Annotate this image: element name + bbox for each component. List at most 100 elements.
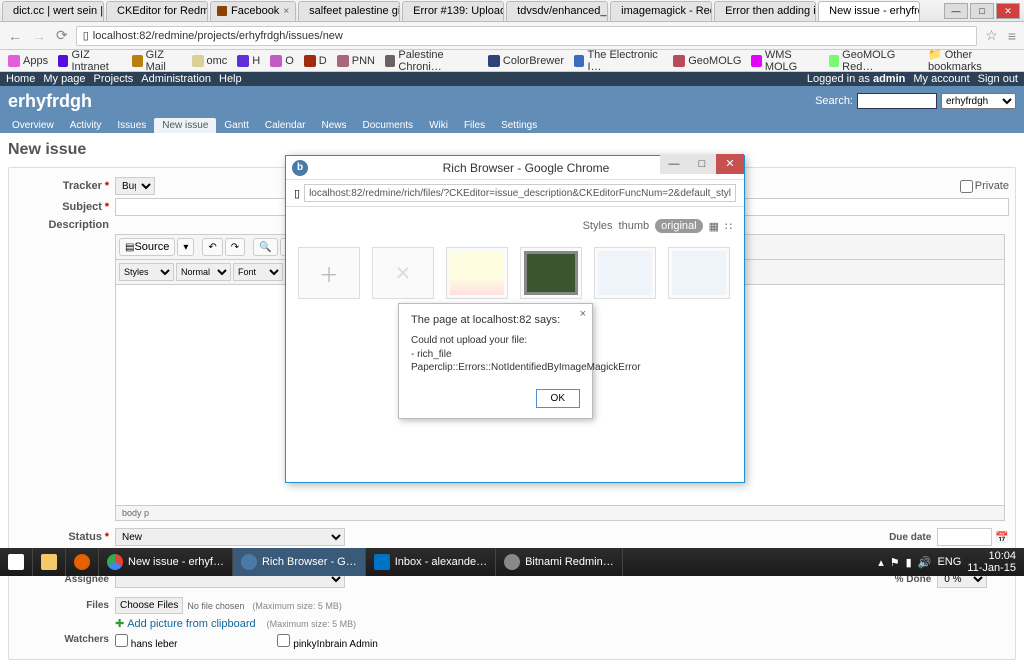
browser-tab[interactable]: Error then adding i…×: [714, 1, 816, 21]
taskbar-chrome[interactable]: New issue - erhyf…: [99, 548, 233, 576]
menu-icon[interactable]: ≡: [1006, 28, 1018, 44]
font-select[interactable]: Font: [233, 263, 283, 281]
top-menu-link[interactable]: Projects: [94, 73, 134, 85]
bookmark-item[interactable]: Palestine Chroni…: [385, 49, 478, 73]
format-select[interactable]: Normal: [176, 263, 231, 281]
bookmark-item[interactable]: The Electronic I…: [574, 49, 663, 73]
window-minimize-button[interactable]: —: [944, 3, 968, 19]
popup-maximize-button[interactable]: □: [688, 154, 716, 174]
taskbar-firefox[interactable]: [66, 548, 99, 576]
bookmark-item[interactable]: ColorBrewer: [488, 55, 564, 67]
popup-url-input[interactable]: [304, 184, 736, 202]
main-menu-item[interactable]: News: [313, 118, 354, 133]
private-checkbox[interactable]: [960, 180, 973, 193]
address-bar[interactable]: ▯ localhost:82/redmine/projects/erhyfrdg…: [76, 26, 978, 46]
tray-lang[interactable]: ENG: [937, 556, 961, 568]
main-menu-item[interactable]: Wiki: [421, 118, 456, 133]
undo-button[interactable]: ↶: [202, 238, 222, 256]
tray-clock[interactable]: 10:0411-Jan-15: [967, 550, 1016, 574]
styles-select[interactable]: Styles: [119, 263, 174, 281]
alert-close-icon[interactable]: ×: [580, 308, 586, 320]
file-thumb[interactable]: [594, 247, 656, 312]
top-menu-link[interactable]: Help: [219, 73, 242, 85]
main-menu-item[interactable]: Settings: [493, 118, 545, 133]
file-thumb[interactable]: [668, 247, 730, 312]
window-close-button[interactable]: ✕: [996, 3, 1020, 19]
main-menu-item[interactable]: New issue: [154, 118, 216, 133]
top-menu-link[interactable]: My page: [43, 73, 85, 85]
bookmark-item[interactable]: H: [237, 55, 260, 67]
bookmark-item[interactable]: GeoMOLG Red…: [829, 49, 918, 73]
list-view-icon[interactable]: ∷: [725, 220, 732, 233]
tracker-select[interactable]: Bug: [115, 177, 155, 195]
popup-original-tab[interactable]: original: [655, 219, 702, 233]
browser-tab[interactable]: Error #139: Upload…×: [402, 1, 504, 21]
bookmark-item[interactable]: Apps: [8, 55, 48, 67]
tool-button[interactable]: ▾: [177, 238, 194, 256]
bookmark-item[interactable]: omc: [192, 55, 228, 67]
bookmark-item[interactable]: PNN: [337, 55, 375, 67]
main-menu-item[interactable]: Calendar: [257, 118, 314, 133]
taskbar-bitnami[interactable]: Bitnami Redmin…: [496, 548, 623, 576]
tray-volume-icon[interactable]: 🔊: [918, 556, 932, 569]
alert-title: The page at localhost:82 says:: [411, 314, 580, 326]
main-menu-item[interactable]: Activity: [62, 118, 110, 133]
popup-minimize-button[interactable]: —: [660, 154, 688, 174]
choose-files-button[interactable]: Choose Files: [115, 597, 183, 614]
browser-tab[interactable]: tdvsdv/enhanced_i…×: [506, 1, 608, 21]
bookmark-item[interactable]: O: [270, 55, 294, 67]
browser-toolbar: ← → ⟳ ▯ localhost:82/redmine/projects/er…: [0, 22, 1024, 50]
popup-titlebar[interactable]: b Rich Browser - Google Chrome — □ ✕: [286, 156, 744, 180]
reload-icon[interactable]: ⟳: [54, 27, 70, 44]
top-menu-link[interactable]: Home: [6, 73, 35, 85]
taskbar-explorer[interactable]: [33, 548, 66, 576]
duedate-input[interactable]: [937, 528, 992, 546]
search-input[interactable]: [857, 93, 937, 109]
taskbar-rich-browser[interactable]: Rich Browser - G…: [233, 548, 366, 576]
other-bookmarks[interactable]: 📁 Other bookmarks: [928, 48, 1016, 73]
tray-network-icon[interactable]: ▮: [906, 556, 912, 569]
bookmark-item[interactable]: GIZ Mail: [132, 49, 181, 73]
watcher-option[interactable]: pinkyInbrain Admin: [277, 634, 377, 650]
main-menu-item[interactable]: Overview: [4, 118, 62, 133]
grid-view-icon[interactable]: ▦: [709, 220, 719, 233]
start-button[interactable]: [0, 548, 33, 576]
upload-thumb[interactable]: ＋: [298, 247, 360, 312]
redo-button[interactable]: ↷: [225, 238, 245, 256]
find-button[interactable]: 🔍: [253, 238, 277, 256]
top-menu-link[interactable]: My account: [913, 73, 969, 85]
star-icon[interactable]: ☆: [983, 27, 1000, 44]
browser-tab[interactable]: CKEditor for Redmi…×: [106, 1, 208, 21]
browser-tab[interactable]: salfeet palestine gi…×: [298, 1, 400, 21]
bookmark-item[interactable]: GIZ Intranet: [58, 49, 122, 73]
top-menu-link[interactable]: Administration: [141, 73, 211, 85]
main-menu-item[interactable]: Documents: [354, 118, 421, 133]
project-select[interactable]: erhyfrdgh: [941, 93, 1016, 109]
bookmark-item[interactable]: GeoMOLG: [673, 55, 741, 67]
bookmark-item[interactable]: D: [304, 55, 327, 67]
status-label: Status: [68, 531, 102, 543]
tray-flag-icon[interactable]: ⚑: [890, 556, 900, 569]
browser-tab[interactable]: Facebook×: [210, 1, 296, 21]
bookmark-item[interactable]: WMS MOLG: [751, 49, 818, 73]
redmine-top-menu: HomeMy pageProjectsAdministrationHelpLog…: [0, 72, 1024, 86]
browser-tab[interactable]: New issue - erhyfrd…×: [818, 1, 920, 21]
popup-close-button[interactable]: ✕: [716, 154, 744, 174]
calendar-icon[interactable]: 📅: [995, 531, 1009, 544]
status-select[interactable]: New: [115, 528, 345, 546]
main-menu-item[interactable]: Files: [456, 118, 493, 133]
watcher-option[interactable]: hans leber: [115, 634, 177, 650]
add-picture-link[interactable]: ✚ Add picture from clipboard (Maximum si…: [115, 617, 1009, 630]
main-menu-item[interactable]: Issues: [109, 118, 154, 133]
window-maximize-button[interactable]: □: [970, 3, 994, 19]
source-button[interactable]: ▤ Source: [119, 238, 175, 256]
tray-up-icon[interactable]: ▴: [878, 556, 884, 569]
main-menu-item[interactable]: Gantt: [216, 118, 256, 133]
alert-ok-button[interactable]: OK: [536, 389, 580, 408]
back-icon[interactable]: ←: [6, 28, 24, 44]
browser-tab[interactable]: dict.cc | wert sein | V×: [2, 1, 104, 21]
browser-tab[interactable]: imagemagick - Red…×: [610, 1, 712, 21]
popup-thumb-tab[interactable]: thumb: [619, 220, 650, 232]
top-menu-link[interactable]: Sign out: [978, 73, 1018, 85]
taskbar-outlook[interactable]: Inbox - alexande…: [366, 548, 496, 576]
